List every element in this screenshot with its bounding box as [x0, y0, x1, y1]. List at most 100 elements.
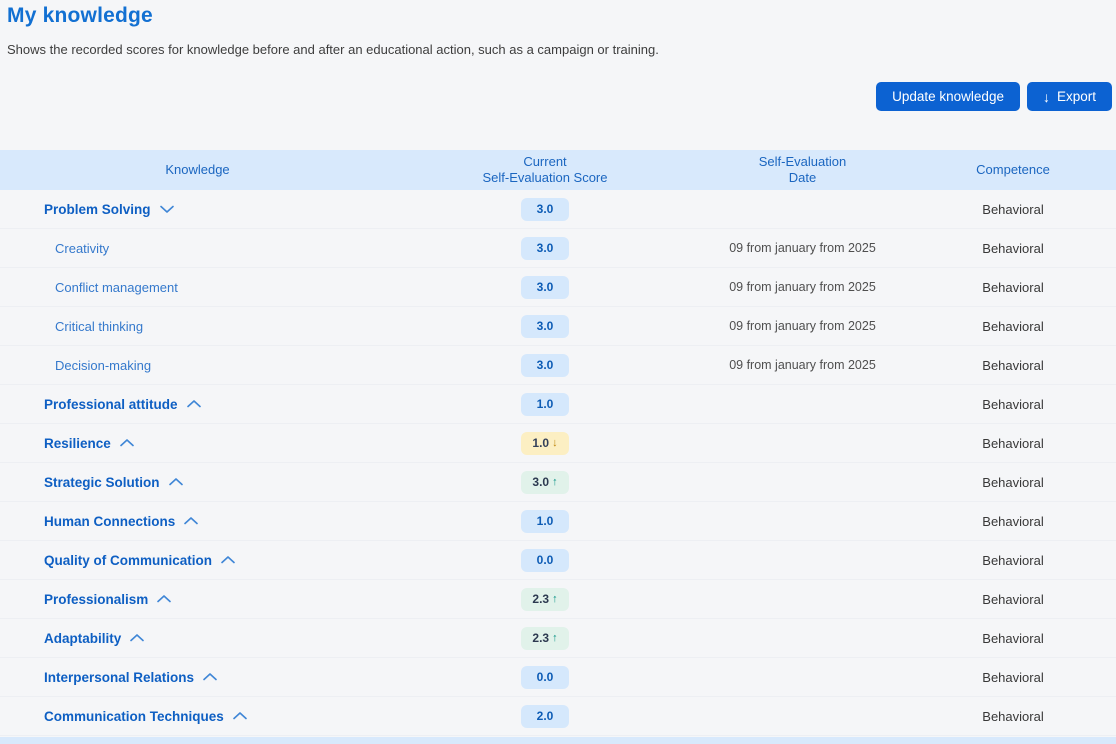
knowledge-table: Knowledge Current Self-Evaluation Score … — [0, 150, 1116, 736]
competence-value: Behavioral — [910, 670, 1116, 685]
score-badge: 3.0 — [521, 315, 569, 338]
score-cell: 3.0 — [395, 354, 695, 377]
knowledge-label[interactable]: Resilience — [44, 436, 111, 451]
score-badge: 0.0 — [521, 549, 569, 572]
score-value: 1.0 — [532, 436, 549, 450]
competence-value: Behavioral — [910, 709, 1116, 724]
score-value: 3.0 — [537, 241, 554, 255]
score-value: 2.0 — [537, 709, 554, 723]
score-badge: 2.3 ↑ — [521, 627, 569, 650]
score-cell: 3.0 — [395, 198, 695, 221]
chevron-up-icon[interactable] — [120, 439, 134, 447]
score-badge: 2.0 — [521, 705, 569, 728]
knowledge-cell: Adaptability — [0, 631, 395, 646]
knowledge-label[interactable]: Decision-making — [55, 358, 151, 373]
knowledge-label[interactable]: Critical thinking — [55, 319, 143, 334]
trend-down-arrow-icon: ↓ — [552, 437, 558, 449]
chevron-up-icon[interactable] — [233, 712, 247, 720]
competence-value: Behavioral — [910, 202, 1116, 217]
chevron-up-icon[interactable] — [187, 400, 201, 408]
competence-value: Behavioral — [910, 358, 1116, 373]
chevron-up-icon[interactable] — [221, 556, 235, 564]
score-cell: 3.0 ↑ — [395, 471, 695, 494]
knowledge-cell: Critical thinking — [0, 319, 395, 334]
knowledge-cell: Conflict management — [0, 280, 395, 295]
export-button[interactable]: ↓ Export — [1027, 82, 1112, 111]
competence-value: Behavioral — [910, 553, 1116, 568]
score-cell: 0.0 — [395, 666, 695, 689]
score-value: 0.0 — [537, 670, 554, 684]
competence-value: Behavioral — [910, 319, 1116, 334]
score-badge: 3.0 ↑ — [521, 471, 569, 494]
update-knowledge-label: Update knowledge — [892, 89, 1004, 104]
knowledge-label[interactable]: Quality of Communication — [44, 553, 212, 568]
score-value: 2.3 — [532, 592, 549, 606]
competence-value: Behavioral — [910, 592, 1116, 607]
score-value: 1.0 — [537, 514, 554, 528]
knowledge-label[interactable]: Professional attitude — [44, 397, 178, 412]
chevron-up-icon[interactable] — [169, 478, 183, 486]
knowledge-label[interactable]: Creativity — [55, 241, 109, 256]
knowledge-label[interactable]: Human Connections — [44, 514, 175, 529]
knowledge-cell: Communication Techniques — [0, 709, 395, 724]
trend-up-arrow-icon: ↑ — [552, 476, 558, 488]
score-value: 3.0 — [537, 202, 554, 216]
table-row: Resilience 1.0 ↓ Behavioral — [0, 424, 1116, 463]
competence-value: Behavioral — [910, 514, 1116, 529]
evaluation-date: 09 from january from 2025 — [695, 280, 910, 294]
score-badge: 2.3 ↑ — [521, 588, 569, 611]
table-row: Quality of Communication 0.0 Behavioral — [0, 541, 1116, 580]
score-value: 1.0 — [537, 397, 554, 411]
chevron-up-icon[interactable] — [184, 517, 198, 525]
chevron-up-icon[interactable] — [157, 595, 171, 603]
score-value: 0.0 — [537, 553, 554, 567]
knowledge-label[interactable]: Interpersonal Relations — [44, 670, 194, 685]
score-cell: 1.0 — [395, 510, 695, 533]
table-row: Decision-making 3.0 09 from january from… — [0, 346, 1116, 385]
knowledge-cell: Quality of Communication — [0, 553, 395, 568]
competence-value: Behavioral — [910, 241, 1116, 256]
column-header-date: Self-Evaluation Date — [695, 154, 910, 187]
page-title: My knowledge — [7, 4, 1116, 28]
footer-strip — [0, 737, 1116, 744]
chevron-down-icon[interactable] — [160, 205, 174, 213]
table-row: Human Connections 1.0 Behavioral — [0, 502, 1116, 541]
toolbar: Update knowledge ↓ Export — [876, 82, 1112, 111]
knowledge-cell: Decision-making — [0, 358, 395, 373]
knowledge-label[interactable]: Professionalism — [44, 592, 148, 607]
score-badge: 3.0 — [521, 276, 569, 299]
score-badge: 1.0 ↓ — [521, 432, 569, 455]
score-cell: 1.0 ↓ — [395, 432, 695, 455]
competence-value: Behavioral — [910, 631, 1116, 646]
score-cell: 0.0 — [395, 549, 695, 572]
score-badge: 1.0 — [521, 393, 569, 416]
chevron-up-icon[interactable] — [130, 634, 144, 642]
column-header-score: Current Self-Evaluation Score — [395, 154, 695, 187]
knowledge-cell: Strategic Solution — [0, 475, 395, 490]
knowledge-label[interactable]: Strategic Solution — [44, 475, 160, 490]
table-row: Interpersonal Relations 0.0 Behavioral — [0, 658, 1116, 697]
table-row: Critical thinking 3.0 09 from january fr… — [0, 307, 1116, 346]
update-knowledge-button[interactable]: Update knowledge — [876, 82, 1020, 111]
chevron-up-icon[interactable] — [203, 673, 217, 681]
knowledge-cell: Problem Solving — [0, 202, 395, 217]
score-badge: 0.0 — [521, 666, 569, 689]
score-badge: 3.0 — [521, 198, 569, 221]
competence-value: Behavioral — [910, 280, 1116, 295]
table-row: Professional attitude 1.0 Behavioral — [0, 385, 1116, 424]
score-badge: 3.0 — [521, 237, 569, 260]
knowledge-label[interactable]: Conflict management — [55, 280, 178, 295]
score-value: 3.0 — [532, 475, 549, 489]
page-header: My knowledge Shows the recorded scores f… — [0, 0, 1116, 57]
score-value: 3.0 — [537, 319, 554, 333]
knowledge-label[interactable]: Communication Techniques — [44, 709, 224, 724]
competence-value: Behavioral — [910, 397, 1116, 412]
table-row: Communication Techniques 2.0 Behavioral — [0, 697, 1116, 736]
table-body: Problem Solving 3.0 Behavioral Creativit… — [0, 190, 1116, 736]
trend-up-arrow-icon: ↑ — [552, 632, 558, 644]
score-value: 2.3 — [532, 631, 549, 645]
score-value: 3.0 — [537, 358, 554, 372]
knowledge-label[interactable]: Adaptability — [44, 631, 121, 646]
download-arrow-icon: ↓ — [1043, 89, 1050, 105]
knowledge-label[interactable]: Problem Solving — [44, 202, 151, 217]
